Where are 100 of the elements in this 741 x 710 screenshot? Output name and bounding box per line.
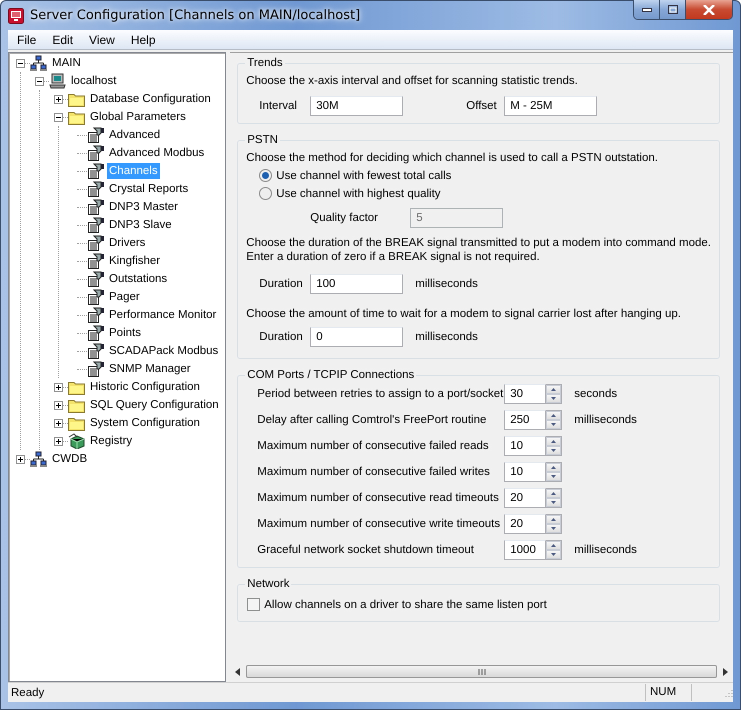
tree-item[interactable]: Kingfisher: [107, 253, 162, 269]
tree-item[interactable]: DNP3 Slave: [107, 217, 174, 233]
tree-item[interactable]: Outstations: [107, 271, 170, 287]
spin-down-button[interactable]: [546, 524, 562, 533]
folder-icon: [68, 91, 85, 107]
input-field[interactable]: M - 25M: [504, 96, 598, 116]
tree-item[interactable]: Global Parameters: [88, 109, 188, 125]
tree-item[interactable]: Historic Configuration: [88, 379, 202, 395]
input-field[interactable]: 1000: [504, 540, 546, 560]
input-field[interactable]: 250: [504, 410, 546, 430]
monitor-icon: [8, 8, 24, 24]
network-icon: [30, 451, 47, 467]
tree-item[interactable]: CWDB: [50, 451, 90, 467]
close-button[interactable]: [686, 0, 732, 19]
tree-item[interactable]: SQL Query Configuration: [88, 397, 221, 413]
up-arrow-icon: [551, 388, 556, 391]
cube-icon: [68, 433, 85, 449]
group-title: COM Ports / TCPIP Connections: [246, 369, 416, 381]
tree-item[interactable]: Points: [107, 325, 143, 341]
input-field[interactable]: 20: [504, 488, 546, 508]
description-text: Choose the duration of the BREAK signal transmitted to put a modem into command mode.: [246, 236, 711, 250]
field-label: Maximum number of consecutive failed reads: [257, 440, 490, 452]
up-arrow-icon: [551, 466, 556, 469]
input-field[interactable]: 20: [504, 514, 546, 534]
tree-item[interactable]: SNMP Manager: [107, 361, 193, 377]
menu-item[interactable]: Help: [122, 32, 164, 46]
spin-up-button[interactable]: [546, 437, 562, 446]
spin-down-button[interactable]: [546, 394, 562, 403]
checkbox-label[interactable]: Allow channels on a driver to share the same listen port: [264, 598, 547, 610]
scrollbar-thumb[interactable]: [246, 665, 717, 678]
tree-item[interactable]: System Configuration: [88, 415, 202, 431]
spin-up-button[interactable]: [546, 385, 562, 394]
expander-icon[interactable]: [54, 436, 63, 446]
option-label[interactable]: Use channel with fewest total calls: [276, 170, 452, 182]
menu-item[interactable]: View: [81, 32, 123, 46]
spin-up-button[interactable]: [546, 489, 562, 498]
expander-icon[interactable]: [54, 418, 63, 428]
expander-icon[interactable]: [54, 382, 63, 392]
tree-item[interactable]: Performance Monitor: [107, 307, 218, 323]
grip-icon: [478, 668, 486, 676]
tree-item[interactable]: Advanced: [107, 127, 162, 143]
spin-up-button[interactable]: [546, 515, 562, 524]
tree-item[interactable]: Registry: [88, 433, 134, 449]
window-title: Server Configuration [Channels on MAIN/localhost]: [30, 8, 360, 23]
spin-up-button[interactable]: [546, 463, 562, 472]
maximize-button[interactable]: [660, 0, 686, 19]
field-label: Duration: [259, 278, 304, 290]
document-icon: [87, 163, 104, 179]
expander-icon[interactable]: [35, 76, 44, 86]
input-field[interactable]: 10: [504, 462, 546, 482]
input-field: 5: [410, 208, 504, 228]
radio-button[interactable]: [259, 169, 272, 182]
tree-item[interactable]: localhost: [69, 73, 118, 89]
spin-down-button[interactable]: [546, 420, 562, 429]
tree-item[interactable]: Drivers: [107, 235, 148, 251]
input-field[interactable]: 100: [310, 274, 404, 294]
input-field[interactable]: 30M: [310, 96, 404, 116]
spin-down-button[interactable]: [546, 446, 562, 455]
tree-item[interactable]: Advanced Modbus: [107, 145, 206, 161]
document-icon: [87, 343, 104, 359]
tree-item[interactable]: Crystal Reports: [107, 181, 190, 197]
description-text: Enter a duration of zero if a BREAK signal is not required.: [246, 250, 541, 264]
tree-item[interactable]: Database Configuration: [88, 91, 213, 107]
tree-item[interactable]: Pager: [107, 289, 142, 305]
down-arrow-icon: [551, 501, 556, 504]
spin-down-button[interactable]: [546, 550, 562, 559]
minimize-button[interactable]: [634, 0, 660, 19]
radio-button[interactable]: [259, 187, 272, 200]
field-label: Interval: [259, 100, 298, 112]
expander-icon[interactable]: [16, 454, 25, 464]
folder-icon: [68, 109, 85, 125]
option-label[interactable]: Use channel with highest quality: [276, 188, 441, 200]
tree-item[interactable]: MAIN: [50, 55, 83, 71]
unit-label: milliseconds: [574, 414, 637, 426]
spin-up-button[interactable]: [546, 411, 562, 420]
description-text: Choose the amount of time to wait for a modem to signal carrier lost after hanging up.: [246, 308, 682, 320]
tree-item[interactable]: SCADAPack Modbus: [107, 343, 220, 359]
down-arrow-icon: [551, 449, 556, 452]
expander-icon[interactable]: [54, 112, 63, 122]
field-label: Graceful network socket shutdown timeout: [257, 544, 475, 556]
input-field[interactable]: 10: [504, 436, 546, 456]
checkbox[interactable]: [247, 598, 260, 611]
document-icon: [87, 325, 104, 341]
input-field[interactable]: 30: [504, 384, 546, 404]
status-indicator: NUM: [645, 684, 691, 701]
computer-icon: [49, 73, 66, 89]
tree-item[interactable]: DNP3 Master: [107, 199, 180, 215]
scroll-left-icon[interactable]: [235, 668, 240, 676]
input-field[interactable]: 0: [310, 327, 404, 347]
field-label: Maximum number of consecutive failed writes: [257, 466, 491, 478]
menu-item[interactable]: File: [9, 32, 44, 46]
expander-icon[interactable]: [54, 94, 63, 104]
spin-down-button[interactable]: [546, 498, 562, 507]
expander-icon[interactable]: [54, 400, 63, 410]
scroll-right-icon[interactable]: [723, 668, 728, 676]
menu-item[interactable]: Edit: [44, 32, 82, 46]
expander-icon[interactable]: [16, 58, 25, 68]
spin-up-button[interactable]: [546, 541, 562, 550]
folder-icon: [68, 397, 85, 413]
spin-down-button[interactable]: [546, 472, 562, 481]
